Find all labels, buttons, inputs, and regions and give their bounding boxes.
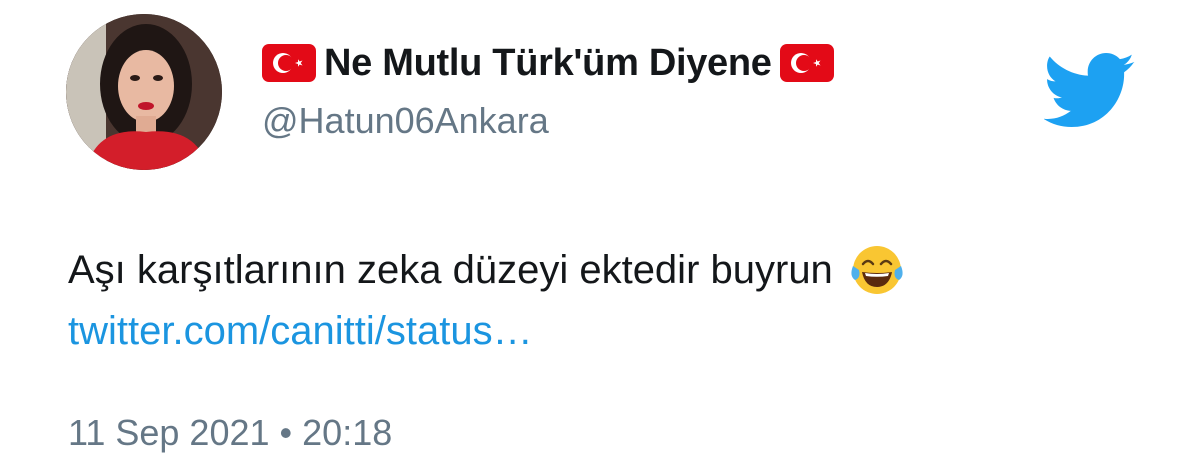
user-name-row[interactable]: Ne Mutlu Türk'üm Diyene — [262, 38, 834, 88]
tweet-text-content: Aşı karşıtlarının zeka düzeyi ektedir bu… — [68, 248, 833, 292]
display-name[interactable]: Ne Mutlu Türk'üm Diyene — [324, 42, 772, 85]
turkish-flag-icon — [262, 44, 316, 82]
tweet-link[interactable]: twitter.com/canitti/status… — [68, 302, 533, 360]
tweet-card: Ne Mutlu Türk'üm Diyene @Hatun06Ankara A… — [0, 0, 1200, 468]
turkish-flag-icon — [779, 44, 834, 82]
twitter-bird-icon[interactable] — [1044, 52, 1136, 130]
tweet-timestamp[interactable]: 11 Sep 2021 • 20:18 — [68, 412, 392, 454]
tears-of-joy-emoji-icon — [851, 246, 903, 294]
tweet-date: 11 Sep 2021 — [68, 412, 270, 453]
timestamp-separator: • — [279, 412, 293, 453]
user-handle[interactable]: @Hatun06Ankara — [262, 100, 549, 142]
avatar[interactable] — [66, 14, 222, 170]
tweet-text: Aşı karşıtlarının zeka düzeyi ektedir bu… — [68, 240, 907, 300]
tweet-time: 20:18 — [302, 412, 393, 453]
